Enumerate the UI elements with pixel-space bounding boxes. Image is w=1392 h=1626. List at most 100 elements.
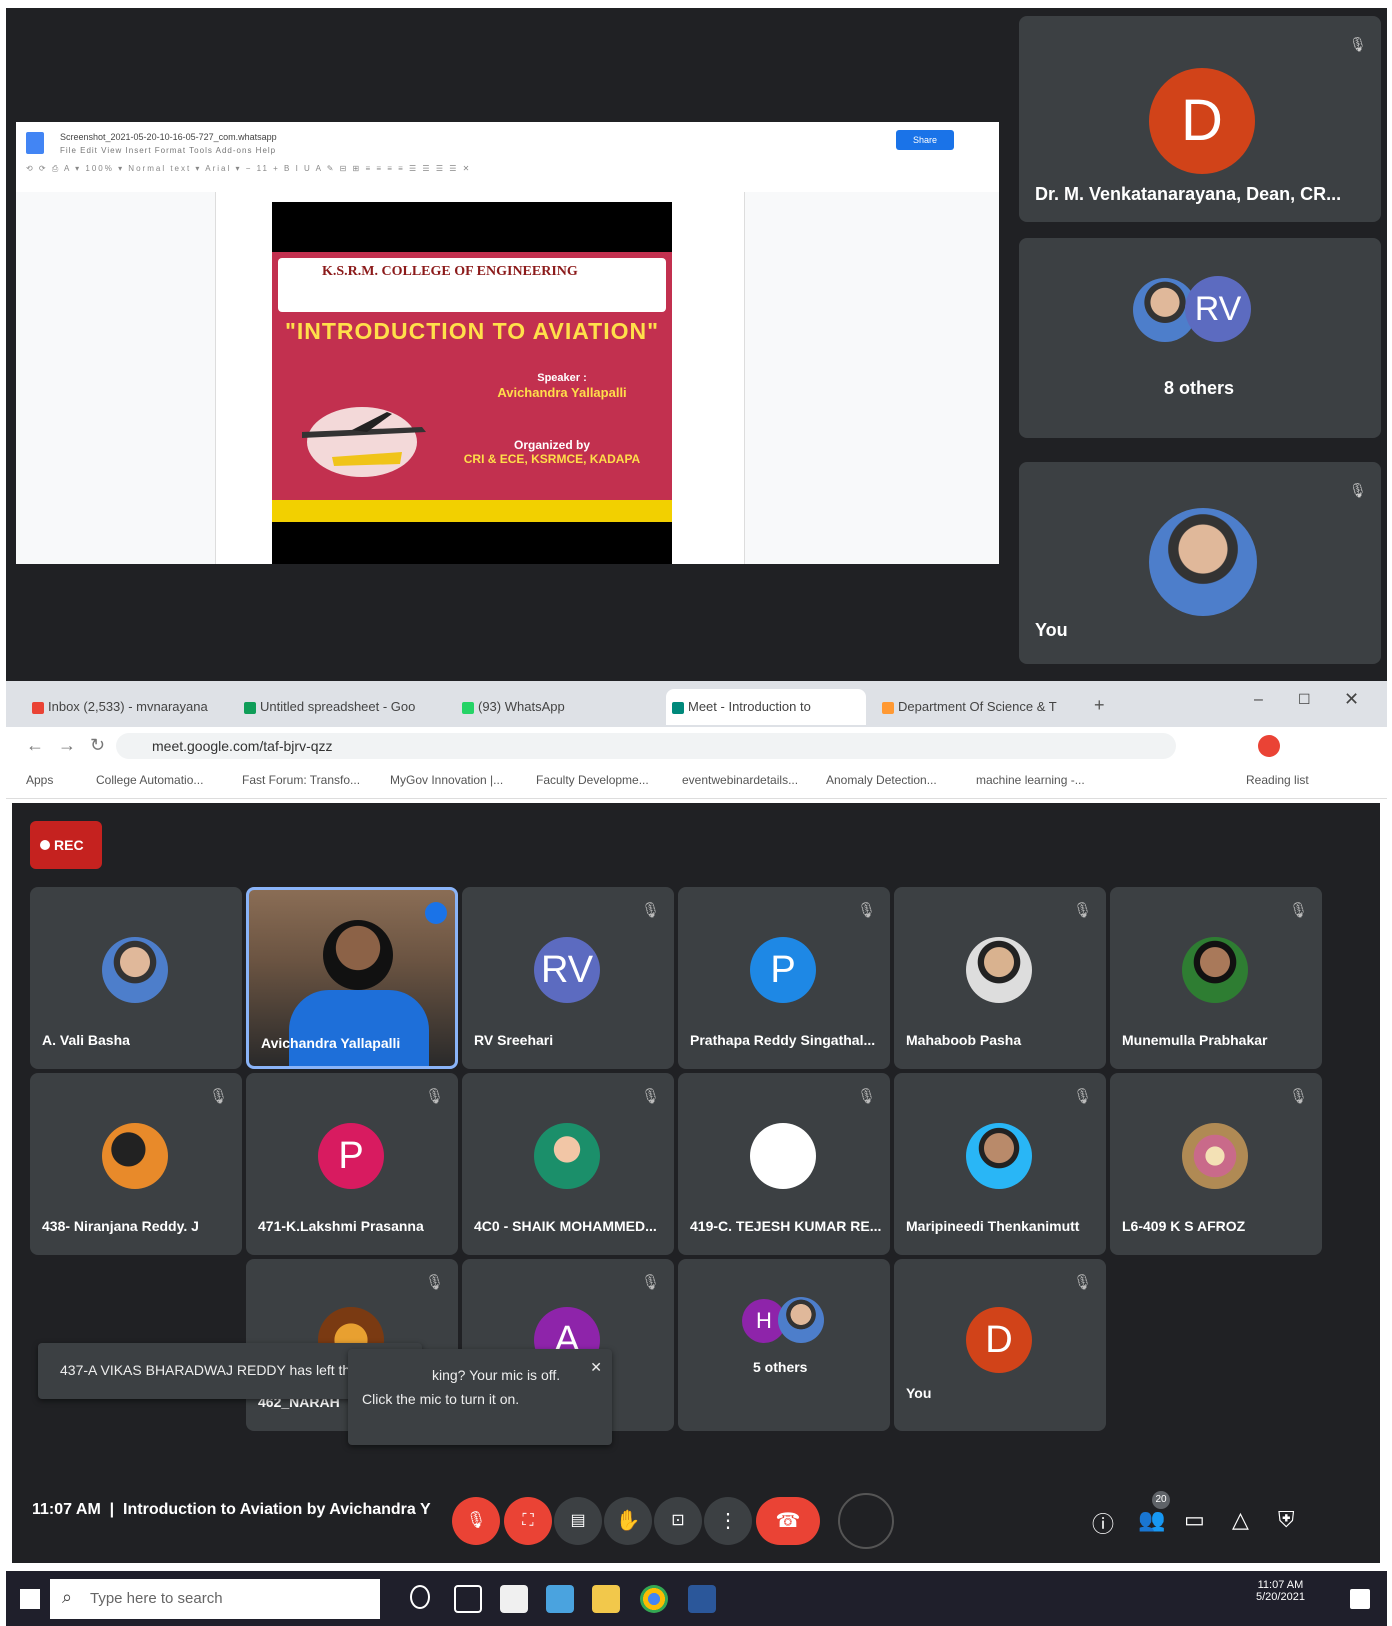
poster-college-name: K.S.R.M. COLLEGE OF ENGINEERING <box>322 264 578 279</box>
task-view-icon[interactable] <box>454 1585 482 1613</box>
participant-tile[interactable]: 🎙 Munemulla Prabhakar <box>1110 887 1322 1069</box>
participant-count-badge: 20 <box>1152 1491 1170 1509</box>
bookmark-reading-list[interactable]: Reading list <box>1246 773 1309 787</box>
tab-label: Department Of Science & T <box>898 699 1057 714</box>
host-controls-icon[interactable]: ⛨ <box>1278 1507 1295 1533</box>
tab-strip: Inbox (2,533) - mvnarayana Untitled spre… <box>6 681 1387 727</box>
info-icon[interactable]: ⓘ <box>1092 1507 1114 1539</box>
file-explorer-icon[interactable] <box>592 1585 620 1613</box>
poster-header: K.S.R.M. COLLEGE OF ENGINEERING <box>278 258 666 312</box>
participant-tile[interactable]: 🎙 4C0 - SHAIK MOHAMMED... <box>462 1073 674 1255</box>
bookmarks-bar: Apps College Automatio... Fast Forum: Tr… <box>6 765 1387 799</box>
side-tile-dean[interactable]: 🎙 D Dr. M. Venkatanarayana, Dean, CR... <box>1019 16 1381 222</box>
mic-off-icon: 🎙 <box>1288 1088 1308 1105</box>
bookmark-item[interactable]: eventwebinardetails... <box>682 773 798 787</box>
windows-start-icon[interactable] <box>20 1589 40 1609</box>
word-icon[interactable] <box>688 1585 716 1613</box>
tab-dst[interactable]: Department Of Science & T <box>876 689 1076 725</box>
document-title: Screenshot_2021-05-20-10-16-05-727_com.w… <box>60 132 277 142</box>
share-button[interactable]: Share <box>896 130 954 150</box>
participant-tile[interactable]: A. Vali Basha <box>30 887 242 1069</box>
participant-tile[interactable]: 🎙 419-C. TEJESH KUMAR RE... <box>678 1073 890 1255</box>
present-button[interactable]: ⊡ <box>654 1497 702 1545</box>
poster-speaker-name: Avichandra Yallapalli <box>497 385 627 400</box>
people-icon[interactable]: 👥 <box>1138 1507 1165 1533</box>
new-tab-icon[interactable]: + <box>1094 695 1105 716</box>
mic-off-icon: 🎙 <box>1072 902 1092 919</box>
avatar: RV <box>534 937 600 1003</box>
participant-tile[interactable]: 🎙 438- Niranjana Reddy. J <box>30 1073 242 1255</box>
mail-icon[interactable] <box>546 1585 574 1613</box>
tab-meet[interactable]: Meet - Introduction to <box>666 689 866 725</box>
bookmark-item[interactable]: College Automatio... <box>96 773 203 787</box>
notifications-icon[interactable] <box>1350 1589 1370 1609</box>
side-tile-others[interactable]: RV 8 others <box>1019 238 1381 438</box>
avatar: RV <box>1185 276 1251 342</box>
participant-name: 471-K.Lakshmi Prasanna <box>258 1218 424 1234</box>
leave-call-button[interactable]: ☎ <box>756 1497 820 1545</box>
cortana-icon[interactable] <box>410 1585 430 1609</box>
speaking-indicator-icon <box>425 902 447 924</box>
meeting-time: 11:07 AM | Introduction to Aviation by A… <box>32 1501 431 1518</box>
docs-right-margin <box>744 192 999 564</box>
captions-button[interactable]: ▤ <box>554 1497 602 1545</box>
docs-toolbar: ⟲ ⟳ ⎙ A ▾ 100% ▾ Normal text ▾ Arial ▾ −… <box>26 164 472 173</box>
back-icon[interactable]: ← <box>26 735 44 756</box>
bookmark-item[interactable]: MyGov Innovation |... <box>390 773 503 787</box>
participant-tile[interactable]: 🎙 Maripineedi Thenkanimutt <box>894 1073 1106 1255</box>
bookmark-apps[interactable]: Apps <box>26 773 53 787</box>
participant-name: L6-409 K S AFROZ <box>1122 1218 1246 1234</box>
docs-menu-bar: File Edit View Insert Format Tools Add-o… <box>60 146 277 155</box>
mic-off-icon: 🎙 <box>1072 1088 1092 1105</box>
tab-whatsapp[interactable]: (93) WhatsApp <box>456 689 656 725</box>
tab-gmail[interactable]: Inbox (2,533) - mvnarayana <box>26 689 231 725</box>
taskbar-search[interactable]: Type here to search <box>50 1579 380 1619</box>
participant-tile-you[interactable]: 🎙 D You <box>894 1259 1106 1431</box>
close-icon[interactable]: ✕ <box>1344 689 1359 710</box>
participant-name: Avichandra Yallapalli <box>261 1035 401 1051</box>
mic-toggle-button[interactable]: 🎙 <box>452 1497 500 1545</box>
clock-date: 5/20/2021 <box>1256 1591 1305 1603</box>
participant-name: RV Sreehari <box>474 1032 554 1048</box>
raise-hand-button[interactable]: ✋ <box>604 1497 652 1545</box>
avatar <box>750 1123 816 1189</box>
tab-label: Inbox (2,533) - mvnarayana <box>48 699 208 714</box>
camera-toggle-button[interactable]: ⛶ <box>504 1497 552 1545</box>
tab-sheets[interactable]: Untitled spreadsheet - Goo <box>238 689 448 725</box>
more-options-button[interactable]: ⋮ <box>704 1497 752 1545</box>
participant-tile[interactable]: 🎙 P Prathapa Reddy Singathal... <box>678 887 890 1069</box>
participant-name: Dr. M. Venkatanarayana, Dean, CR... <box>1035 184 1342 204</box>
bookmark-item[interactable]: Anomaly Detection... <box>826 773 937 787</box>
chat-icon[interactable]: ▭ <box>1184 1507 1205 1533</box>
maximize-icon[interactable]: ☐ <box>1298 691 1311 708</box>
bookmark-item[interactable]: machine learning -... <box>976 773 1085 787</box>
url-input[interactable]: meet.google.com/taf-bjrv-qzz <box>116 733 1176 759</box>
side-tile-you[interactable]: 🎙 You <box>1019 462 1381 664</box>
address-bar-row: ← → ↻ meet.google.com/taf-bjrv-qzz <box>6 727 1387 765</box>
bookmark-item[interactable]: Faculty Developme... <box>536 773 649 787</box>
avatar <box>102 1123 168 1189</box>
system-clock[interactable]: 11:07 AM 5/20/2021 <box>1256 1579 1305 1603</box>
mic-off-icon: 🎙 <box>424 1274 444 1291</box>
notification-text: king? Your mic is off. <box>432 1367 561 1383</box>
store-icon[interactable] <box>500 1585 528 1613</box>
profile-avatar[interactable] <box>1258 735 1280 757</box>
chrome-icon[interactable] <box>640 1585 668 1613</box>
participant-tile[interactable]: 🎙 P 471-K.Lakshmi Prasanna <box>246 1073 458 1255</box>
reload-icon[interactable]: ↻ <box>90 735 105 756</box>
whatsapp-icon <box>462 702 474 714</box>
forward-icon[interactable]: → <box>58 735 76 756</box>
bookmark-item[interactable]: Fast Forum: Transfo... <box>242 773 360 787</box>
minimize-icon[interactable]: – <box>1254 691 1263 709</box>
docs-logo-icon <box>26 132 44 154</box>
participant-tile[interactable]: 🎙 L6-409 K S AFROZ <box>1110 1073 1322 1255</box>
participant-tile-speaking[interactable]: Avichandra Yallapalli <box>246 887 458 1069</box>
participant-tile-others[interactable]: H 5 others <box>678 1259 890 1431</box>
participant-tile[interactable]: 🎙 RV RV Sreehari <box>462 887 674 1069</box>
mic-off-icon: 🎙 <box>640 1274 660 1291</box>
close-icon[interactable]: ✕ <box>590 1355 602 1379</box>
activities-button-icon[interactable]: △ <box>1232 1507 1249 1533</box>
gmail-icon <box>32 702 44 714</box>
participant-tile[interactable]: 🎙 Mahaboob Pasha <box>894 887 1106 1069</box>
avatar <box>778 1297 824 1343</box>
